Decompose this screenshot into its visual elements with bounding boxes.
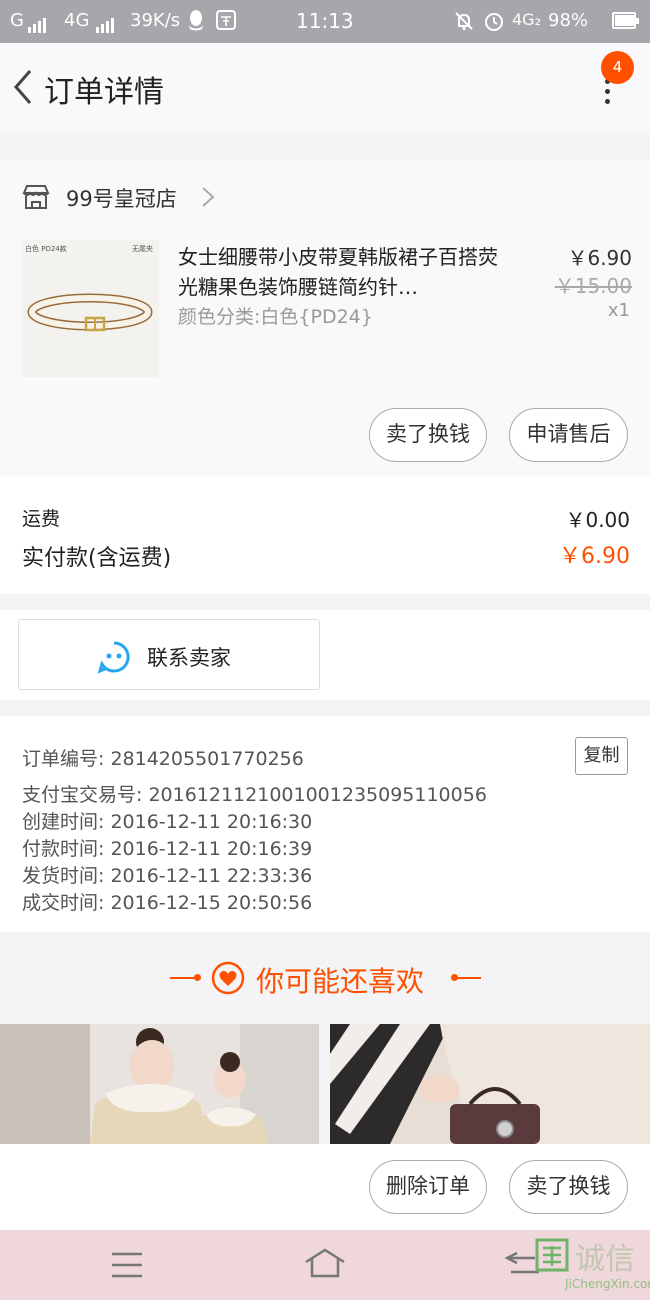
clock: 11:13	[296, 9, 354, 33]
order-info: 订单编号: 2814205501770256 复制 支付宝交易号: 201612…	[0, 716, 650, 932]
home-icon[interactable]	[304, 1248, 346, 1282]
contact-seller-button[interactable]: 联系卖家	[18, 619, 320, 690]
recommend-product-image-1[interactable]	[0, 1024, 319, 1144]
completed-time: 成交时间: 2016-12-15 20:50:56	[22, 892, 313, 914]
recommend-header: 你可能还喜欢	[0, 932, 650, 1024]
after-sale-button[interactable]: 申请售后	[509, 408, 628, 462]
heart-icon	[211, 961, 245, 995]
status-bar: G 4G 39K/s 11:13 4G₂ 98%	[0, 0, 650, 43]
signal-icon	[28, 12, 48, 33]
back-button[interactable]	[10, 67, 40, 107]
sell-for-cash-button-bottom[interactable]: 卖了换钱	[509, 1160, 628, 1214]
alarm-icon	[483, 10, 505, 37]
battery-icon	[612, 12, 639, 29]
product-item[interactable]: 白色 PD24款 无尾夹 女士细腰带小皮带夏韩版裙子百搭荧光糖果色装饰腰链简约针…	[0, 232, 650, 476]
bottom-action-bar: 删除订单 卖了换钱	[0, 1144, 650, 1230]
watermark-text: 诚信	[575, 1242, 635, 1277]
mute-icon	[453, 10, 475, 37]
alipay-number: 支付宝交易号: 2016121121001001235095110056	[22, 784, 487, 806]
network-label: 4G	[64, 10, 90, 31]
shipping-value: ￥0.00	[565, 508, 630, 532]
product-price: ￥6.90	[567, 246, 632, 270]
chevron-right-icon	[200, 186, 216, 207]
battery-label: 98%	[548, 10, 589, 31]
belt-image	[22, 240, 159, 377]
shop-row[interactable]: 99号皇冠店	[0, 160, 650, 232]
chevron-left-icon	[14, 70, 32, 104]
delete-order-button[interactable]: 删除订单	[369, 1160, 487, 1214]
menu-icon[interactable]	[111, 1252, 143, 1282]
sell-for-cash-button[interactable]: 卖了换钱	[369, 408, 487, 462]
product-thumbnail[interactable]: 白色 PD24款 无尾夹	[22, 240, 159, 377]
product-sku: 颜色分类:白色{PD24}	[178, 306, 373, 328]
paid-time: 付款时间: 2016-12-11 20:16:39	[22, 838, 313, 860]
store-icon	[22, 184, 50, 210]
speed-label: 39K/s	[130, 10, 181, 31]
signal-icon-2	[96, 12, 116, 33]
watermark-subtext: JiChengXin.com	[565, 1277, 650, 1291]
recommend-product-image-2[interactable]	[330, 1024, 650, 1144]
product-original-price: ￥15.00	[554, 274, 632, 298]
copy-button[interactable]: 复制	[575, 737, 628, 775]
paid-label: 实付款(含运费)	[22, 546, 172, 571]
taobao-icon	[216, 10, 236, 35]
app-header: 订单详情 4	[0, 43, 650, 131]
shop-name: 99号皇冠店	[66, 187, 177, 211]
shipping-label: 运费	[22, 508, 61, 530]
chat-face-icon	[97, 640, 131, 674]
product-quantity: x1	[607, 300, 630, 321]
product-title[interactable]: 女士细腰带小皮带夏韩版裙子百搭荧光糖果色装饰腰链简约针…	[178, 242, 498, 302]
paid-value: ￥6.90	[559, 544, 630, 569]
network-label-2: 4G₂	[512, 10, 541, 29]
contact-seller-label: 联系卖家	[147, 646, 231, 670]
system-nav-bar: 诚信 JiChengXin.com	[0, 1230, 650, 1300]
notification-badge: 4	[601, 51, 634, 84]
recommend-title: 你可能还喜欢	[256, 965, 425, 998]
fee-summary: 运费 ￥0.00 实付款(含运费) ￥6.90	[0, 476, 650, 594]
order-number: 订单编号: 2814205501770256	[22, 748, 304, 770]
created-time: 创建时间: 2016-12-11 20:16:30	[22, 811, 313, 833]
thumb-tag-left: 白色 PD24款	[25, 245, 67, 253]
carrier-label: G	[10, 10, 24, 31]
thumb-tag-right: 无尾夹	[132, 245, 153, 253]
watermark-logo	[535, 1238, 569, 1276]
divider-dot-left	[194, 974, 201, 981]
qq-icon	[186, 9, 206, 36]
shipped-time: 发货时间: 2016-12-11 22:33:36	[22, 865, 313, 887]
divider-right	[455, 977, 481, 979]
page-title: 订单详情	[44, 75, 164, 110]
contact-section: 联系卖家	[0, 610, 650, 700]
